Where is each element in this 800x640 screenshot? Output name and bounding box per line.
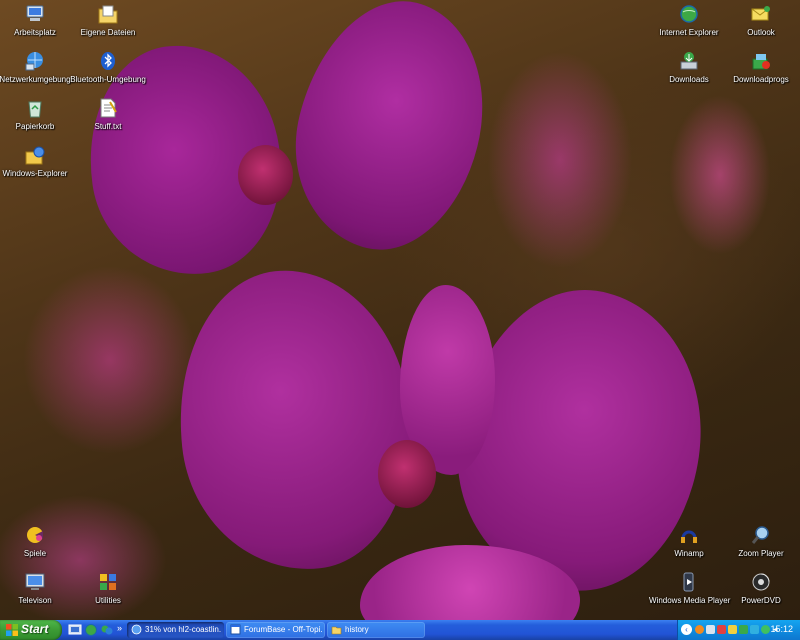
my-documents-icon: [98, 5, 118, 24]
desktop-icon-utilities[interactable]: Utilities: [68, 571, 148, 606]
tray-update-icon[interactable]: [761, 625, 770, 634]
browser-download-icon: [131, 624, 142, 635]
tray-firefox-icon[interactable]: [695, 625, 704, 634]
orchid-column: [378, 440, 436, 508]
zoom-player-icon: [751, 526, 769, 544]
desktop-icon-internet-explorer[interactable]: Internet Explorer: [649, 3, 729, 38]
system-tray: ‹ ◂ 15:12: [677, 620, 800, 640]
powerdvd-icon: [752, 573, 770, 591]
task-button-history[interactable]: history: [327, 622, 425, 638]
tray-messenger-icon[interactable]: [750, 625, 759, 634]
desktop-icon-papierkorb[interactable]: Papierkorb: [0, 97, 75, 132]
desktop-icon-arbeitsplatz[interactable]: Arbeitsplatz: [0, 3, 75, 38]
start-button[interactable]: Start: [0, 620, 62, 640]
downloadprogs-icon: [752, 54, 770, 70]
desktop-icon-outlook[interactable]: Outlook: [721, 3, 800, 38]
desktop-icon-spiele[interactable]: Spiele: [0, 524, 75, 559]
winamp-icon: [681, 530, 697, 543]
recycle-bin-icon: [28, 101, 42, 118]
desktop-icon-televison[interactable]: Televison: [0, 571, 75, 606]
tray-back-icon[interactable]: ‹: [681, 624, 692, 635]
desktop-icon-zoom-player[interactable]: Zoom Player: [721, 524, 800, 559]
desktop-icon-stuff-txt[interactable]: Stuff.txt: [68, 97, 148, 132]
orchid-petal: [164, 258, 426, 582]
windows-logo-icon: [6, 624, 18, 636]
tray-antivirus-icon[interactable]: [728, 625, 737, 634]
orchid-petal: [272, 0, 508, 269]
orchid-column: [238, 145, 293, 205]
bluetooth-icon: [101, 52, 115, 70]
tray-security-icon[interactable]: [717, 625, 726, 634]
internet-explorer-icon: [680, 5, 698, 23]
desktop-icon-bluetooth-umgebung[interactable]: Bluetooth-Umgebung: [68, 50, 148, 85]
clock[interactable]: 15:12: [770, 624, 793, 634]
downloads-folder-icon: [680, 52, 698, 70]
folder-icon: [331, 626, 342, 635]
desktop-icon-eigene-dateien[interactable]: Eigene Dateien: [68, 3, 148, 38]
windows-media-player-icon: [683, 572, 694, 592]
task-button-download[interactable]: 31% von hl2-coastlin...: [127, 622, 224, 638]
tray-network-icon[interactable]: [706, 625, 715, 634]
desktop-icon-downloadprogs[interactable]: Downloadprogs: [721, 50, 800, 85]
desktop-icon-netzwerkumgebung[interactable]: Netzwerkumgebung: [0, 50, 75, 85]
text-file-icon: [100, 98, 117, 118]
television-icon: [25, 573, 45, 590]
desktop-icon-winamp[interactable]: Winamp: [649, 524, 729, 559]
desktop-icon-downloads[interactable]: Downloads: [649, 50, 729, 85]
windows-explorer-icon: [25, 146, 45, 165]
games-icon: [27, 527, 43, 543]
desktop-icon-windows-explorer[interactable]: Windows-Explorer: [0, 144, 75, 179]
my-computer-icon: [26, 5, 44, 21]
msn-icon[interactable]: [100, 623, 114, 637]
browser-window-icon: [230, 624, 241, 635]
tray-shield-icon[interactable]: [739, 625, 748, 634]
show-desktop-icon[interactable]: [68, 623, 82, 637]
outlook-icon: [751, 6, 770, 21]
quick-launch-chevron[interactable]: »: [117, 623, 122, 633]
taskbar: Start » 31% von hl2-coastlin... ForumBas…: [0, 620, 800, 640]
internet-explorer-icon[interactable]: [84, 623, 98, 637]
task-button-forumbase[interactable]: ForumBase - Off-Topi...: [226, 622, 325, 638]
desktop-icon-powerdvd[interactable]: PowerDVD: [721, 571, 800, 606]
desktop-icon-windows-media-player[interactable]: Windows Media Player: [649, 571, 730, 606]
utilities-icon: [100, 574, 116, 590]
network-places-icon: [25, 52, 43, 71]
desktop-wallpaper: Arbeitsplatz Netzwerkumgebung Papierkorb…: [0, 0, 800, 620]
